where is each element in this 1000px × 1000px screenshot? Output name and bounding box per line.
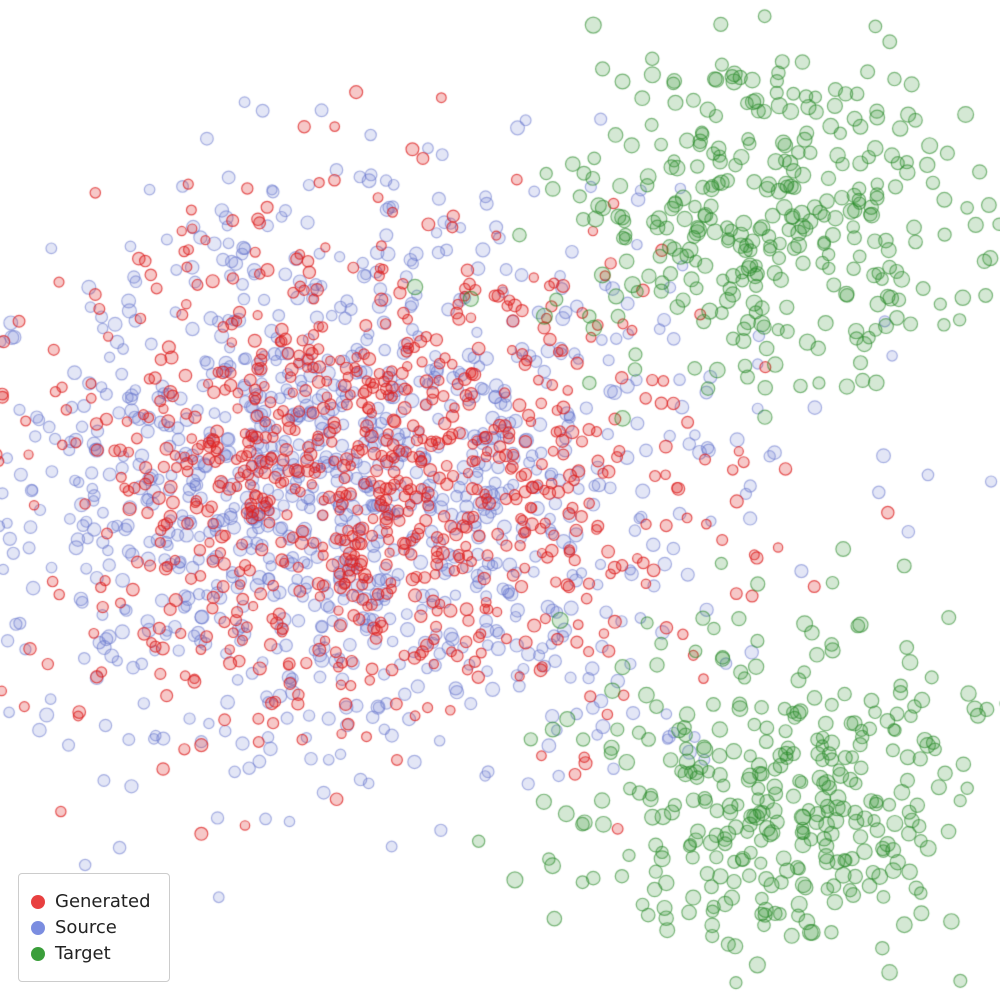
scatter-plot [0,0,1000,1000]
legend-item-generated: Generated [31,891,151,912]
legend-label-target: Target [55,943,111,964]
legend-label-generated: Generated [55,891,151,912]
legend-dot-source [31,921,45,935]
legend-dot-target [31,947,45,961]
chart-legend: Generated Source Target [18,873,170,982]
chart-container: Generated Source Target [0,0,1000,1000]
legend-dot-generated [31,895,45,909]
legend-label-source: Source [55,917,117,938]
legend-item-source: Source [31,917,151,938]
legend-item-target: Target [31,943,151,964]
